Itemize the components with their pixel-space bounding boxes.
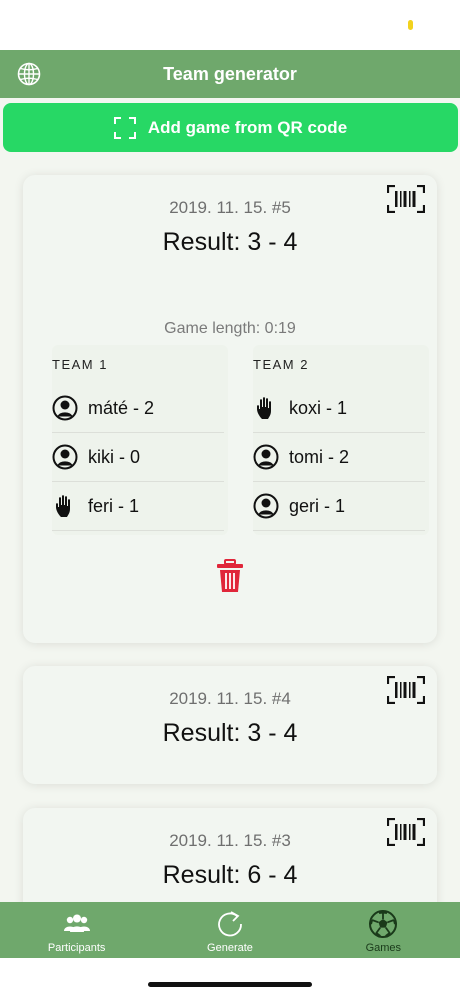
game-card[interactable]: 2019. 11. 15. #4 Result: 3 - 4 — [23, 666, 437, 784]
game-result: Result: 3 - 4 — [162, 719, 298, 747]
globe-icon[interactable] — [17, 62, 41, 86]
player-name: máté - 2 — [88, 397, 155, 418]
refresh-icon — [218, 911, 242, 937]
status-indicator — [408, 20, 413, 30]
team-1-header: TEAM 1 — [52, 357, 108, 372]
player-name: feri - 1 — [88, 495, 140, 516]
game-length: Game length: 0:19 — [164, 320, 296, 337]
home-indicator-area — [0, 958, 460, 996]
games-list[interactable]: 2019. 11. 15. #5 Result: 3 - 4 Game leng… — [0, 156, 460, 902]
tab-participants-label: Participants — [47, 942, 106, 954]
add-game-qr-button[interactable]: Add game from QR code — [3, 103, 458, 152]
person-icon — [253, 444, 279, 470]
hand-icon — [253, 395, 279, 421]
team-2-header: TEAM 2 — [253, 357, 309, 372]
tab-generate[interactable]: Generate — [153, 902, 306, 958]
participants-icon — [63, 914, 90, 932]
player-row[interactable]: geri - 1 — [253, 482, 425, 531]
tab-bar: Participants Generate Games — [0, 902, 460, 958]
game-result: Result: 6 - 4 — [162, 861, 298, 889]
game-card[interactable]: 2019. 11. 15. #5 Result: 3 - 4 Game leng… — [23, 175, 437, 643]
game-date: 2019. 11. 15. #3 — [169, 831, 291, 850]
tab-games-label: Games — [365, 942, 402, 954]
tab-games[interactable]: Games — [307, 902, 460, 958]
soccer-ball-icon — [369, 910, 398, 938]
game-date: 2019. 11. 15. #5 — [169, 198, 291, 217]
player-row[interactable]: koxi - 1 — [253, 384, 425, 433]
player-name: koxi - 1 — [289, 397, 348, 418]
hand-icon — [52, 493, 78, 519]
player-name: geri - 1 — [289, 495, 346, 516]
page-title: Team generator — [163, 63, 297, 84]
player-name: tomi - 2 — [289, 446, 350, 467]
person-icon — [253, 493, 279, 519]
team-1: TEAM 1 máté - 2 kiki - 0 feri - 1 — [52, 345, 228, 535]
game-card[interactable]: 2019. 11. 15. #3 Result: 6 - 4 — [23, 808, 437, 902]
player-row[interactable]: tomi - 2 — [253, 433, 425, 482]
game-date: 2019. 11. 15. #4 — [169, 689, 291, 708]
home-indicator[interactable] — [148, 982, 312, 987]
player-name: kiki - 0 — [88, 446, 141, 467]
player-row[interactable]: kiki - 0 — [52, 433, 224, 482]
person-icon — [52, 444, 78, 470]
player-row[interactable]: máté - 2 — [52, 384, 224, 433]
qr-scan-icon — [113, 116, 136, 139]
player-row[interactable]: feri - 1 — [52, 482, 224, 531]
status-bar — [0, 0, 460, 50]
tab-participants[interactable]: Participants — [0, 902, 153, 958]
game-result: Result: 3 - 4 — [162, 228, 298, 256]
trash-icon[interactable] — [216, 559, 244, 593]
add-game-qr-label: Add game from QR code — [147, 117, 348, 137]
tab-generate-label: Generate — [207, 942, 253, 954]
person-icon — [52, 395, 78, 421]
team-2: TEAM 2 koxi - 1 tomi - 2 geri - 1 — [253, 345, 429, 535]
navigation-bar: Team generator — [0, 50, 460, 98]
